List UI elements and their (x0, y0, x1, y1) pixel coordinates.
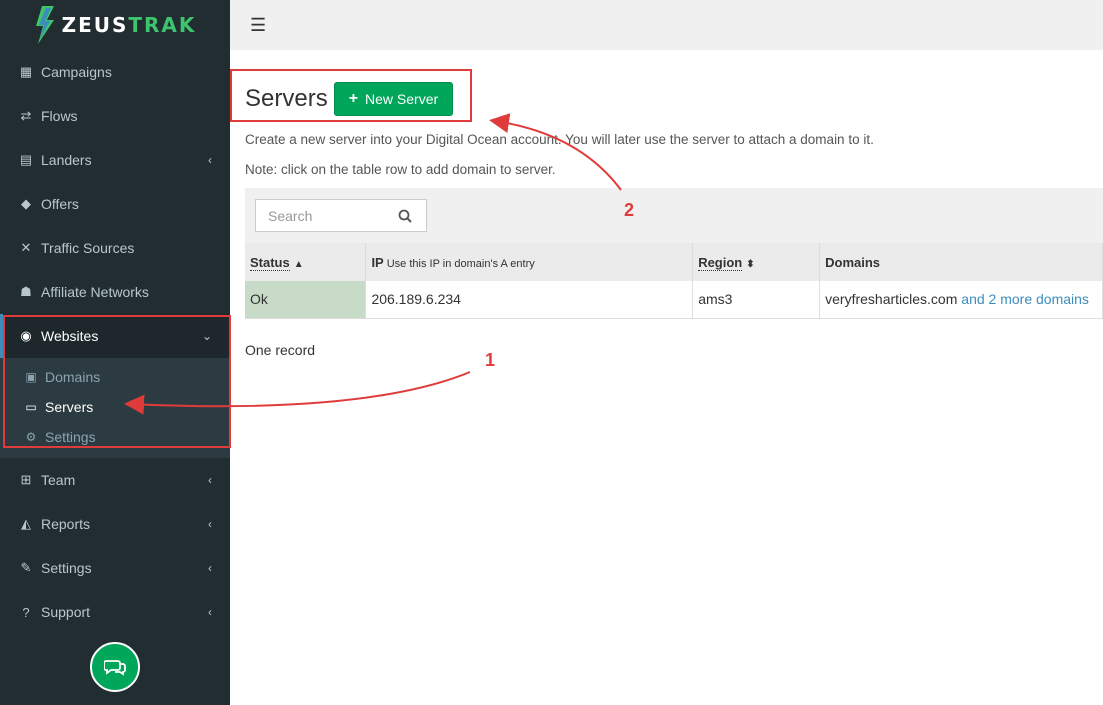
sidebar-item-label: Team (41, 472, 76, 488)
exchange-icon: ⇄ (20, 108, 32, 123)
list-icon: ▤ (19, 152, 33, 167)
annotation-number-1: 1 (485, 350, 496, 370)
websites-submenu: ▣ Domains ▭ Servers ⚙ Settings (0, 358, 230, 458)
sidebar-item-label: Support (41, 604, 91, 620)
column-domains-label: Domains (825, 254, 881, 270)
chat-button[interactable] (90, 642, 140, 692)
area-chart-icon: ◭ (21, 516, 31, 531)
sidebar-item-label: Traffic Sources (41, 240, 135, 256)
sidebar-item-label: Offers (41, 196, 79, 212)
annotation-number-2: 2 (624, 200, 635, 220)
table-toolbar (245, 188, 1103, 243)
sidebar-item-label: Landers (41, 152, 92, 168)
plus-icon: + (348, 90, 359, 107)
sidebar-subitem-label: Servers (45, 399, 94, 415)
sidebar-subitem-label: Settings (45, 429, 96, 445)
sitemap-icon: ⊞ (20, 472, 32, 487)
sidebar-item-label: Affiliate Networks (41, 284, 149, 300)
sidebar-item-websites[interactable]: ◉ Websites ⌄ (0, 314, 230, 358)
column-status[interactable]: Status ▲ (245, 243, 367, 281)
column-region-label: Region (698, 254, 743, 271)
sidebar-item-traffic-sources[interactable]: ✕ Traffic Sources (0, 226, 230, 270)
column-status-label: Status (250, 254, 290, 271)
sidebar-subitem-servers[interactable]: ▭ Servers (0, 392, 230, 422)
sort-asc-icon: ▲ (293, 258, 304, 270)
sidebar-item-settings[interactable]: ✎ Settings ‹ (0, 546, 230, 590)
sidebar-item-label: Campaigns (41, 64, 112, 80)
sidebar-item-label: Websites (41, 328, 99, 344)
domain-name: veryfresharticles.com (825, 291, 958, 308)
column-region[interactable]: Region ⬍ (692, 243, 821, 281)
sidebar-item-support[interactable]: ? Support ‹ (0, 590, 230, 634)
more-domains-link[interactable]: and 2 more domains (961, 291, 1089, 307)
search-box[interactable] (255, 199, 427, 232)
chevron-left-icon: ‹ (208, 153, 212, 167)
chevron-left-icon: ‹ (208, 517, 212, 531)
search-input[interactable] (268, 207, 398, 224)
sidebar-item-landers[interactable]: ▤ Landers ‹ (0, 138, 230, 182)
hamburger-menu-icon[interactable]: ☰ (250, 15, 266, 36)
ip-cell: 206.189.6.234 (365, 281, 694, 319)
table-row[interactable]: Ok 206.189.6.234 ams3 veryfresharticles.… (245, 281, 1103, 319)
sidebar-subitem-settings[interactable]: ⚙ Settings (0, 422, 230, 452)
sidebar-item-label: Flows (41, 108, 78, 124)
globe-icon: ◉ (20, 328, 32, 343)
sidebar-item-label: Settings (41, 560, 92, 576)
tag-icon: ◆ (21, 196, 31, 211)
column-ip-label: IP (371, 254, 384, 270)
chevron-down-icon: ⌄ (201, 329, 212, 343)
table-icon: ▦ (19, 64, 33, 79)
bolt-logo-icon (35, 6, 54, 44)
domains-cell: veryfresharticles.com and 2 more domains (819, 281, 1103, 319)
page-note: Note: click on the table row to add doma… (245, 162, 556, 177)
top-header: ☰ (230, 0, 1103, 50)
sidebar-item-flows[interactable]: ⇄ Flows (0, 94, 230, 138)
new-server-button[interactable]: + New Server (333, 82, 454, 116)
cogs-icon: ⚙ (25, 430, 37, 444)
users-icon: ☗ (20, 284, 32, 299)
column-ip: IP Use this IP in domain's A entry (365, 243, 694, 281)
random-icon: ✕ (20, 240, 32, 255)
main-content: Servers + New Server Create a new server… (230, 50, 1103, 705)
search-icon[interactable] (398, 209, 412, 223)
table-header-row: Status ▲ IP Use this IP in domain's A entr… (245, 243, 1103, 281)
sidebar: ZEUSTRAK ▦ Campaigns ⇄ Flows ▤ Landers ‹… (0, 0, 230, 705)
status-cell: Ok (245, 281, 367, 319)
sidebar-item-offers[interactable]: ◆ Offers (0, 182, 230, 226)
brand-logo[interactable]: ZEUSTRAK (0, 0, 230, 50)
new-server-label: New Server (365, 91, 439, 107)
region-cell: ams3 (692, 281, 821, 319)
sort-both-icon: ⬍ (746, 258, 755, 270)
chevron-left-icon: ‹ (208, 473, 212, 487)
chevron-left-icon: ‹ (208, 605, 212, 619)
wrench-icon: ✎ (20, 560, 32, 575)
sidebar-item-campaigns[interactable]: ▦ Campaigns (0, 50, 230, 94)
desktop-icon: ▭ (25, 400, 37, 414)
chevron-left-icon: ‹ (208, 561, 212, 575)
chat-bubbles-icon (104, 660, 126, 676)
sidebar-item-reports[interactable]: ◭ Reports ‹ (0, 502, 230, 546)
record-count: One record (245, 342, 316, 358)
sidebar-item-label: Reports (41, 516, 91, 532)
column-ip-hint: Use this IP in domain's A entry (386, 257, 535, 270)
sidebar-item-team[interactable]: ⊞ Team ‹ (0, 458, 230, 502)
column-domains: Domains (819, 243, 1103, 281)
sidebar-item-affiliate-networks[interactable]: ☗ Affiliate Networks (0, 270, 230, 314)
brand-name: ZEUSTRAK (61, 13, 197, 37)
sidebar-subitem-label: Domains (45, 369, 101, 385)
page-description: Create a new server into your Digital Oc… (245, 132, 874, 147)
question-circle-icon: ? (22, 604, 30, 620)
html5-icon: ▣ (25, 370, 37, 384)
servers-table: Status ▲ IP Use this IP in domain's A entr… (245, 243, 1103, 319)
page-header: Servers + New Server (245, 82, 454, 116)
page-title: Servers (245, 85, 328, 112)
sidebar-subitem-domains[interactable]: ▣ Domains (0, 362, 230, 392)
